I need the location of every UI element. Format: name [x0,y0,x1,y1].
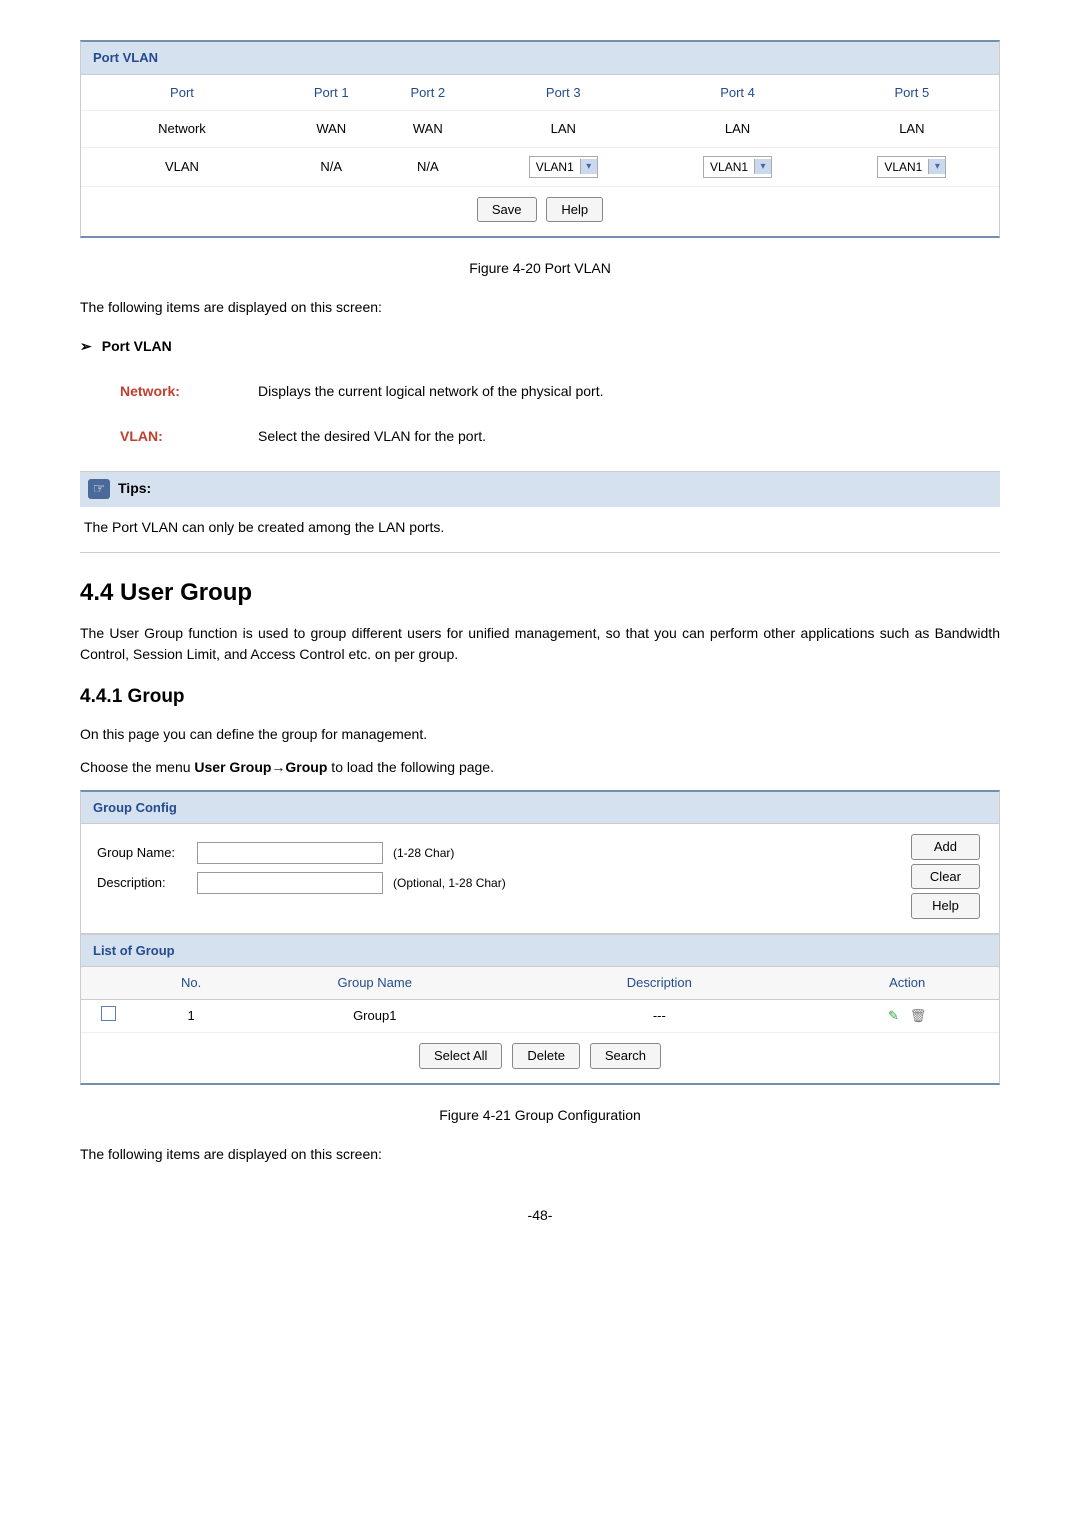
net-p2: WAN [380,111,477,148]
col-no: No. [136,967,246,999]
paragraph-4-4-1a: On this page you can define the group fo… [80,724,1000,745]
col-port2: Port 2 [380,75,477,111]
section-port-vlan: Port VLAN [80,336,1000,357]
tips-body: The Port VLAN can only be created among … [80,507,1000,552]
menu-path-bold: User Group→Group [194,759,327,775]
col-description: Description [503,967,815,999]
net-p3: LAN [476,111,650,148]
vlan-select-p4[interactable]: VLAN1 ▾ [703,156,772,178]
help-button-group[interactable]: Help [911,893,980,919]
group-name-input[interactable] [197,842,383,864]
paragraph-4-4-1b: Choose the menu User Group→Group to load… [80,757,1000,778]
description-label: Description: [97,873,197,893]
delete-icon[interactable]: 🗑 [910,1008,927,1023]
group-list-table: No. Group Name Description Action 1 Grou… [81,967,999,1033]
port-vlan-panel-title: Port VLAN [81,42,999,75]
field-network-label: Network: [120,371,258,416]
row-checkbox[interactable] [101,1006,116,1021]
field-description-table: Network: Displays the current logical ne… [120,371,622,461]
field-vlan-text: Select the desired VLAN for the port. [258,416,622,461]
row-label-network: Network [81,111,283,148]
vlan-p2: N/A [380,147,477,186]
vlan-select-p3[interactable]: VLAN1 ▾ [529,156,598,178]
vlan-select-p5[interactable]: VLAN1 ▾ [877,156,946,178]
outro-text: The following items are displayed on thi… [80,1144,1000,1165]
row1-no: 1 [136,999,246,1033]
port-vlan-panel: Port VLAN Port Port 1 Port 2 Port 3 Port… [80,40,1000,238]
group-name-hint: (1-28 Char) [393,844,454,862]
add-button[interactable]: Add [911,834,980,860]
table-row: 1 Group1 --- ✎ 🗑 [81,999,999,1033]
net-p4: LAN [650,111,824,148]
col-port4: Port 4 [650,75,824,111]
help-button[interactable]: Help [546,197,603,223]
col-port5: Port 5 [825,75,999,111]
menu-path-pre: Choose the menu [80,759,194,775]
chevron-down-icon: ▾ [928,159,945,174]
vlan-select-p4-value: VLAN1 [704,157,754,177]
group-config-panel: Group Config Group Name: (1-28 Char) Des… [80,790,1000,1085]
description-input[interactable] [197,872,383,894]
port-vlan-table: Port Port 1 Port 2 Port 3 Port 4 Port 5 … [81,75,999,187]
list-of-group-title: List of Group [81,934,999,968]
save-button[interactable]: Save [477,197,537,223]
page-number: -48- [80,1205,1000,1226]
col-group-name: Group Name [246,967,503,999]
figure-4-20-caption: Figure 4-20 Port VLAN [80,258,1000,279]
paragraph-4-4: The User Group function is used to group… [80,623,1000,665]
clear-button[interactable]: Clear [911,864,980,890]
vlan-select-p5-value: VLAN1 [878,157,928,177]
select-all-button[interactable]: Select All [419,1043,502,1069]
tips-label: Tips: [118,478,151,499]
col-port1: Port 1 [283,75,380,111]
chevron-down-icon: ▾ [754,159,771,174]
net-p5: LAN [825,111,999,148]
row1-group-name: Group1 [246,999,503,1033]
description-hint: (Optional, 1-28 Char) [393,874,506,892]
tips-box: ☞ Tips: The Port VLAN can only be create… [80,471,1000,553]
search-button[interactable]: Search [590,1043,661,1069]
col-action: Action [815,967,999,999]
row-label-vlan: VLAN [81,147,283,186]
figure-4-21-caption: Figure 4-21 Group Configuration [80,1105,1000,1126]
field-network-text: Displays the current logical network of … [258,371,622,416]
row1-description: --- [503,999,815,1033]
col-port3: Port 3 [476,75,650,111]
menu-path-post: to load the following page. [327,759,494,775]
intro-text-1: The following items are displayed on thi… [80,297,1000,318]
delete-button[interactable]: Delete [512,1043,580,1069]
row-label-port: Port [81,75,283,111]
heading-4-4-1: 4.4.1 Group [80,683,1000,712]
edit-icon[interactable]: ✎ [888,1008,899,1023]
vlan-select-p3-value: VLAN1 [530,157,580,177]
group-config-title: Group Config [81,792,999,825]
group-name-label: Group Name: [97,843,197,863]
hand-point-icon: ☞ [88,479,110,499]
heading-4-4: 4.4 User Group [80,575,1000,611]
net-p1: WAN [283,111,380,148]
chevron-down-icon: ▾ [580,159,597,174]
field-vlan-label: VLAN: [120,416,258,461]
vlan-p1: N/A [283,147,380,186]
